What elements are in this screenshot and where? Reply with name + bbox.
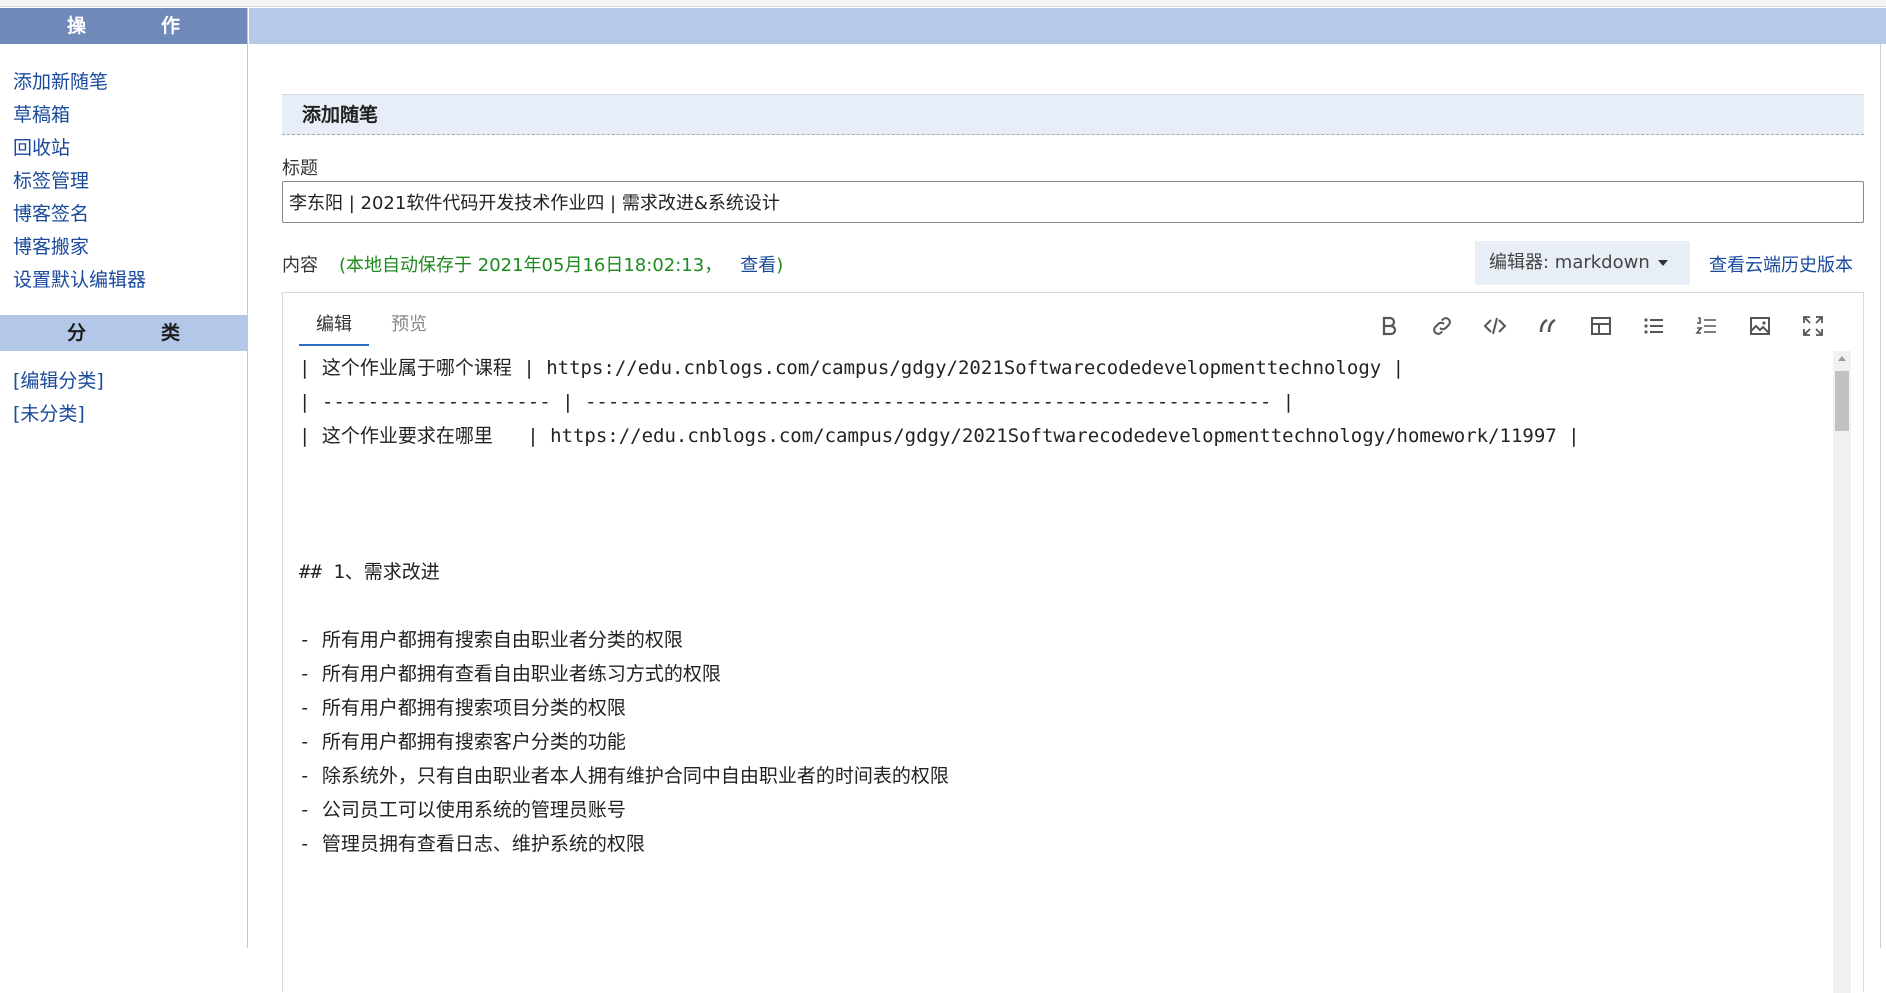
ops-item-add-post: 添加新随笔	[13, 66, 247, 99]
quote-icon[interactable]	[1521, 311, 1574, 341]
content-row: 内容 (本地自动保存于 2021年05月16日18:02:13， 查看) 编辑器…	[282, 241, 1864, 285]
title-label: 标题	[282, 158, 318, 179]
editor-line: | 这个作业要求在哪里 | https://edu.cnblogs.com/ca…	[299, 425, 1580, 447]
editor-toolbar	[1362, 311, 1839, 341]
tab-edit[interactable]: 编辑	[299, 307, 369, 346]
markdown-editor: 编辑 预览 | 这个作业属于哪个课程 | https://edu.cnblogs…	[282, 292, 1864, 993]
tab-preview[interactable]: 预览	[374, 307, 444, 344]
image-icon[interactable]	[1733, 311, 1786, 341]
autosave-close: )	[776, 255, 784, 276]
ops-header: 操 作	[0, 8, 247, 44]
drafts-link[interactable]: 草稿箱	[13, 104, 70, 126]
autosave-text: (本地自动保存于 2021年05月16日18:02:13，	[339, 255, 723, 276]
ops-item-default-editor: 设置默认编辑器	[13, 264, 247, 297]
add-post-link[interactable]: 添加新随笔	[13, 71, 108, 93]
ops-item-move: 博客搬家	[13, 231, 247, 264]
ops-list: 添加新随笔 草稿箱 回收站 标签管理 博客签名 博客搬家 设置默认编辑器	[0, 44, 247, 315]
editor-type-dropdown[interactable]: 编辑器: markdown	[1475, 241, 1690, 285]
link-icon[interactable]	[1415, 311, 1468, 341]
fullscreen-icon[interactable]	[1786, 311, 1839, 341]
ops-item-signature: 博客签名	[13, 198, 247, 231]
tag-management-link[interactable]: 标签管理	[13, 170, 89, 192]
bold-icon[interactable]	[1362, 311, 1415, 341]
table-icon[interactable]	[1574, 311, 1627, 341]
window-top-edge	[0, 0, 1886, 7]
editor-tabs: 编辑 预览	[299, 307, 444, 346]
code-icon[interactable]	[1468, 311, 1521, 341]
scroll-thumb[interactable]	[1835, 371, 1849, 431]
editor-type-label: 编辑器: markdown	[1489, 252, 1650, 273]
editor-line: - 所有用户都拥有搜索自由职业者分类的权限	[299, 629, 683, 651]
caret-down-icon	[1657, 260, 1668, 266]
right-divider	[1880, 44, 1881, 948]
editor-scrollbar[interactable]	[1833, 351, 1851, 993]
recycle-bin-link[interactable]: 回收站	[13, 137, 70, 159]
section-title: 添加随笔	[282, 94, 1864, 135]
uncategorized-link[interactable]: [未分类]	[13, 403, 85, 425]
category-header: 分 类	[0, 315, 247, 351]
top-bar	[249, 8, 1886, 44]
editor-line: | -------------------- | ---------------…	[299, 391, 1295, 413]
ops-item-tags: 标签管理	[13, 165, 247, 198]
ops-item-drafts: 草稿箱	[13, 99, 247, 132]
editor-line: - 所有用户都拥有查看自由职业者练习方式的权限	[299, 663, 721, 685]
sidebar: 操 作 添加新随笔 草稿箱 回收站 标签管理 博客签名 博客搬家 设置默认编辑器…	[0, 8, 248, 948]
blog-signature-link[interactable]: 博客签名	[13, 203, 89, 225]
editor-line: - 管理员拥有查看日志、维护系统的权限	[299, 833, 645, 855]
markdown-textarea[interactable]: | 这个作业属于哪个课程 | https://edu.cnblogs.com/c…	[299, 351, 1833, 993]
default-editor-link[interactable]: 设置默认编辑器	[13, 269, 146, 291]
editor-line: - 除系统外，只有自由职业者本人拥有维护合同中自由职业者的时间表的权限	[299, 765, 949, 787]
content-label: 内容	[282, 255, 318, 276]
editor-line: - 所有用户都拥有搜索客户分类的功能	[299, 731, 626, 753]
category-list: [编辑分类] [未分类]	[0, 351, 247, 449]
title-input[interactable]	[282, 181, 1864, 223]
editor-line: - 所有用户都拥有搜索项目分类的权限	[299, 697, 626, 719]
category-item-uncategorized: [未分类]	[13, 398, 247, 431]
numbered-list-icon[interactable]	[1680, 311, 1733, 341]
editor-line: | 这个作业属于哪个课程 | https://edu.cnblogs.com/c…	[299, 357, 1405, 379]
bulleted-list-icon[interactable]	[1627, 311, 1680, 341]
scroll-up-icon[interactable]	[1838, 356, 1846, 361]
ops-item-recycle: 回收站	[13, 132, 247, 165]
autosave-status: (本地自动保存于 2021年05月16日18:02:13， 查看)	[339, 251, 783, 277]
category-item-edit: [编辑分类]	[13, 365, 247, 398]
autosave-view-link[interactable]: 查看	[740, 255, 776, 276]
edit-category-link[interactable]: [编辑分类]	[13, 370, 104, 392]
cloud-history-link[interactable]: 查看云端历史版本	[1709, 251, 1853, 277]
editor-line: ## 1、需求改进	[299, 561, 440, 583]
blog-move-link[interactable]: 博客搬家	[13, 236, 89, 258]
editor-line: - 公司员工可以使用系统的管理员账号	[299, 799, 626, 821]
